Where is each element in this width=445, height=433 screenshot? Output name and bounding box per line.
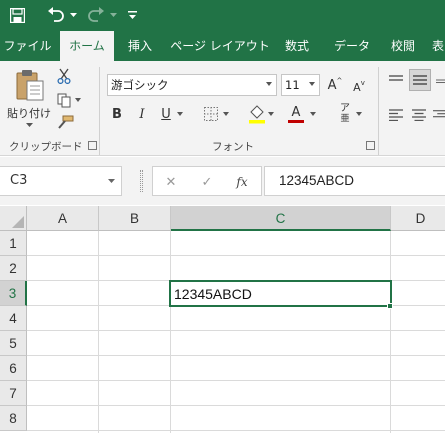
copy-dropdown-icon[interactable]: [74, 96, 82, 104]
row-header-6[interactable]: 6: [0, 356, 27, 381]
align-middle-icon[interactable]: [409, 69, 431, 91]
phonetic-glyph: ア: [340, 103, 350, 114]
worksheet-grid: A B C D 1 2 3 4 5 6 7 8 12345ABCD: [0, 206, 445, 433]
enter-icon[interactable]: ✓: [200, 174, 214, 190]
font-name-select[interactable]: 游ゴシック: [107, 74, 277, 96]
chevron-down-icon: [108, 179, 115, 183]
font-size-value: 11: [285, 78, 300, 92]
undo-dropdown-icon[interactable]: [68, 6, 78, 24]
row-header-5[interactable]: 5: [0, 331, 27, 356]
fill-handle[interactable]: [387, 303, 393, 309]
column-header-a[interactable]: A: [27, 206, 99, 231]
tab-data[interactable]: データ: [326, 31, 378, 61]
gridline: [390, 231, 391, 433]
redo-dropdown-icon[interactable]: [108, 6, 118, 24]
insert-function-icon[interactable]: fx: [234, 174, 250, 190]
column-header-c[interactable]: C: [171, 206, 391, 231]
underline-dropdown-icon[interactable]: [176, 110, 184, 118]
gridline: [27, 330, 445, 331]
copy-icon[interactable]: [55, 91, 73, 109]
tab-review[interactable]: 校閲: [382, 31, 424, 61]
row-header-4[interactable]: 4: [0, 306, 27, 331]
italic-button[interactable]: I: [134, 105, 150, 123]
save-icon[interactable]: [8, 6, 26, 24]
font-name-value: 游ゴシック: [111, 78, 169, 92]
name-box[interactable]: C3: [0, 166, 122, 196]
grow-font-glyph: A: [327, 77, 337, 93]
ribbon: 貼り付け クリップボード 游ゴシック 11 A ^ Av B I U A ア 亜…: [0, 61, 445, 156]
font-color-bar: [288, 119, 304, 124]
font-color-glyph: A: [291, 104, 301, 120]
align-left-icon[interactable]: [387, 106, 405, 124]
font-size-select[interactable]: 11: [281, 74, 320, 96]
font-color-icon[interactable]: A: [287, 103, 305, 125]
font-color-dropdown-icon[interactable]: [309, 110, 317, 118]
title-bar: [0, 0, 445, 31]
borders-icon[interactable]: [203, 106, 219, 122]
row-header-3[interactable]: 3: [0, 281, 27, 306]
formula-bar-grip[interactable]: [140, 170, 143, 192]
fill-color-dropdown-icon[interactable]: [267, 110, 275, 118]
tab-file[interactable]: ファイル: [0, 31, 55, 61]
row-header-2[interactable]: 2: [0, 256, 27, 281]
gridline: [27, 355, 445, 356]
column-header-b[interactable]: B: [99, 206, 171, 231]
gridline: [27, 405, 445, 406]
clipboard-group-label: クリップボード: [9, 141, 83, 153]
gridline: [27, 380, 445, 381]
active-cell-border: [169, 280, 392, 307]
ribbon-separator: [378, 67, 379, 155]
grow-font-icon[interactable]: A ^: [326, 76, 344, 94]
paste-dropdown-icon[interactable]: [24, 121, 34, 129]
align-top-icon[interactable]: [387, 71, 405, 89]
gridline: [98, 231, 99, 433]
ribbon-tabs: ファイル ホーム 挿入 ページ レイアウト 数式 データ 校閲 表: [0, 31, 445, 61]
borders-dropdown-icon[interactable]: [222, 110, 230, 118]
gridline: [27, 430, 445, 431]
tab-home[interactable]: ホーム: [60, 31, 114, 61]
bold-button[interactable]: B: [109, 105, 125, 123]
row-header-1[interactable]: 1: [0, 231, 27, 256]
phonetic-guide-icon[interactable]: ア 亜: [336, 103, 354, 125]
format-painter-icon[interactable]: [55, 113, 75, 131]
tab-insert[interactable]: 挿入: [117, 31, 163, 61]
cancel-icon[interactable]: ✕: [164, 174, 178, 190]
redo-icon[interactable]: [86, 6, 106, 24]
gridline: [27, 255, 445, 256]
phonetic-dropdown-icon[interactable]: [355, 110, 363, 118]
font-group-label: フォント: [212, 141, 254, 153]
phonetic-base-glyph: 亜: [340, 114, 350, 124]
shrink-font-icon[interactable]: Av: [350, 78, 368, 96]
paste-icon[interactable]: [10, 67, 50, 103]
name-box-value: C3: [10, 173, 28, 188]
shrink-font-glyph: A: [353, 80, 361, 94]
align-bottom-icon[interactable]: [436, 71, 445, 89]
select-all-button[interactable]: [0, 206, 27, 231]
paste-button-label[interactable]: 貼り付け: [7, 105, 51, 121]
clipboard-launcher-icon[interactable]: [88, 141, 97, 150]
down-caret: v: [360, 79, 365, 87]
column-header-d[interactable]: D: [391, 206, 445, 231]
gridline: [170, 231, 171, 433]
row-header-7[interactable]: 7: [0, 381, 27, 406]
chevron-down-icon: [309, 82, 315, 86]
tab-page-layout[interactable]: ページ レイアウト: [170, 31, 270, 61]
align-center-icon[interactable]: [410, 106, 428, 124]
tab-formulas[interactable]: 数式: [276, 31, 318, 61]
align-right-icon[interactable]: [433, 106, 445, 124]
ribbon-separator: [99, 67, 100, 155]
tab-view[interactable]: 表: [432, 31, 445, 61]
row-header-8[interactable]: 8: [0, 406, 27, 431]
customize-qat-icon[interactable]: [126, 6, 138, 24]
formula-input[interactable]: 12345ABCD: [264, 166, 445, 196]
up-caret: ^: [336, 77, 343, 85]
font-launcher-icon[interactable]: [366, 141, 375, 150]
fill-color-icon[interactable]: [248, 104, 266, 124]
undo-icon[interactable]: [46, 6, 66, 24]
cut-icon[interactable]: [55, 67, 73, 85]
formula-bar: C3 ✕ ✓ fx 12345ABCD: [0, 157, 445, 205]
chevron-down-icon: [266, 82, 272, 86]
underline-button[interactable]: U: [158, 105, 174, 123]
